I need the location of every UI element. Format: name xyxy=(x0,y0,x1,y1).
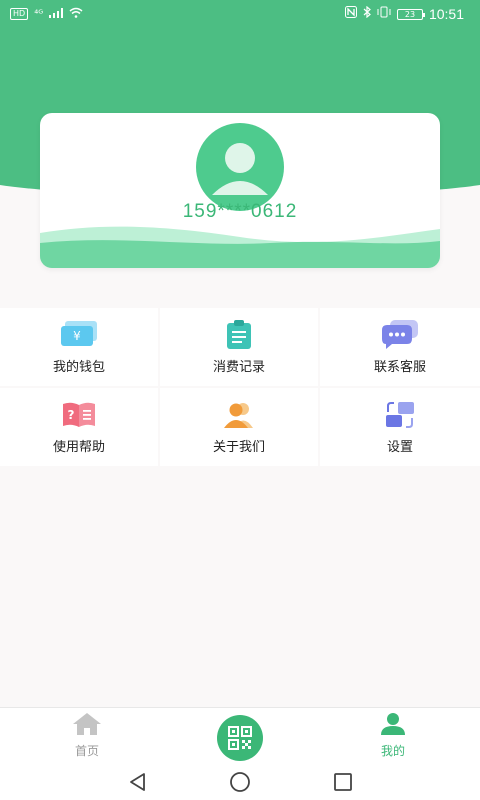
vibrate-icon xyxy=(377,6,391,22)
bottom-nav: 首页 我的 xyxy=(0,707,480,762)
users-icon xyxy=(219,400,259,430)
menu-settings-label: 设置 xyxy=(386,439,413,455)
hd-badge: HD xyxy=(10,8,29,20)
profile-card[interactable]: 159****0612 xyxy=(40,113,440,268)
menu-contact-support[interactable]: 联系客服 xyxy=(320,308,480,386)
status-time: 10:51 xyxy=(428,6,464,22)
menu-help-label: 使用帮助 xyxy=(52,439,105,455)
home-icon xyxy=(72,712,102,740)
menu-settings[interactable]: 设置 xyxy=(320,388,480,466)
home-circle-icon[interactable] xyxy=(228,770,252,794)
nfc-icon xyxy=(344,6,357,22)
menu-grid: ¥ 我的钱包 消费记录 联系客服 ? 使用帮助 关于我们 设置 xyxy=(0,308,480,466)
bluetooth-icon xyxy=(363,5,371,22)
wifi-icon xyxy=(69,7,83,21)
menu-about-us[interactable]: 关于我们 xyxy=(160,388,318,466)
back-triangle-icon[interactable] xyxy=(126,770,150,794)
menu-wallet-label: 我的钱包 xyxy=(52,359,105,375)
qr-code-icon[interactable] xyxy=(217,715,263,761)
nav-mine-label: 我的 xyxy=(380,744,405,758)
clipboard-icon xyxy=(219,319,259,350)
svg-text:¥: ¥ xyxy=(73,329,81,343)
nav-home[interactable]: 首页 xyxy=(37,708,137,763)
system-nav-bar xyxy=(0,762,480,800)
recent-square-icon[interactable] xyxy=(331,770,355,794)
menu-contact-support-label: 联系客服 xyxy=(373,359,426,375)
help-book-icon: ? xyxy=(59,400,99,430)
menu-help[interactable]: ? 使用帮助 xyxy=(0,388,158,466)
signal-text: ⁴ᴳ xyxy=(34,8,44,20)
menu-wallet[interactable]: ¥ 我的钱包 xyxy=(0,308,158,386)
phone-number: 159****0612 xyxy=(182,201,298,222)
nav-mine[interactable]: 我的 xyxy=(343,708,443,763)
wallet-icon: ¥ xyxy=(59,320,99,350)
card-wave-decoration xyxy=(40,226,440,268)
menu-consumption-records-label: 消费记录 xyxy=(212,359,265,375)
battery-indicator: 23 xyxy=(396,8,425,20)
user-avatar-icon[interactable] xyxy=(196,123,284,211)
signal-icon xyxy=(49,7,64,21)
menu-about-us-label: 关于我们 xyxy=(212,439,265,455)
nav-home-label: 首页 xyxy=(74,744,99,758)
menu-consumption-records[interactable]: 消费记录 xyxy=(160,308,318,386)
user-icon xyxy=(380,712,406,740)
svg-text:?: ? xyxy=(68,408,75,422)
chat-icon xyxy=(380,319,420,350)
settings-swap-icon xyxy=(380,400,420,430)
status-bar: HD ⁴ᴳ 23 10:51 xyxy=(0,0,480,28)
